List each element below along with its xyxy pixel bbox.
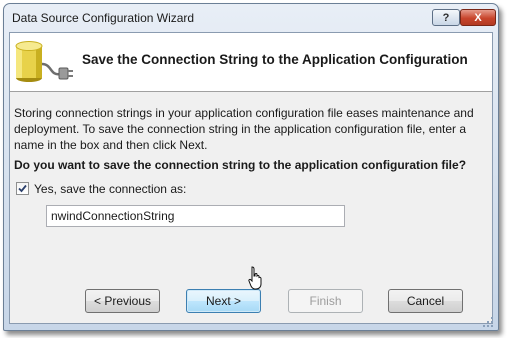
resize-grip-icon[interactable] [482,316,494,328]
save-question: Do you want to save the connection strin… [14,158,467,172]
connection-name-input[interactable] [46,205,345,227]
database-plug-icon [15,41,73,82]
save-connection-checkbox[interactable] [16,182,29,195]
cancel-button[interactable]: Cancel [388,289,463,313]
previous-button[interactable]: < Previous [85,289,160,313]
description-text: Storing connection strings in your appli… [14,106,474,152]
mouse-cursor-icon [248,266,262,290]
checkmark-icon [18,184,27,193]
next-button[interactable]: Next > [186,289,261,313]
help-button[interactable]: ? [432,9,460,26]
window-title: Data Source Configuration Wizard [12,11,195,25]
page-title: Save the Connection String to the Applic… [82,52,468,67]
title-bar[interactable]: Data Source Configuration Wizard ? X [4,4,498,32]
finish-button[interactable]: Finish [288,289,363,313]
wizard-header: Save the Connection String to the Applic… [10,33,492,92]
close-button[interactable]: X [460,9,496,26]
save-connection-label[interactable]: Yes, save the connection as: [34,182,186,196]
